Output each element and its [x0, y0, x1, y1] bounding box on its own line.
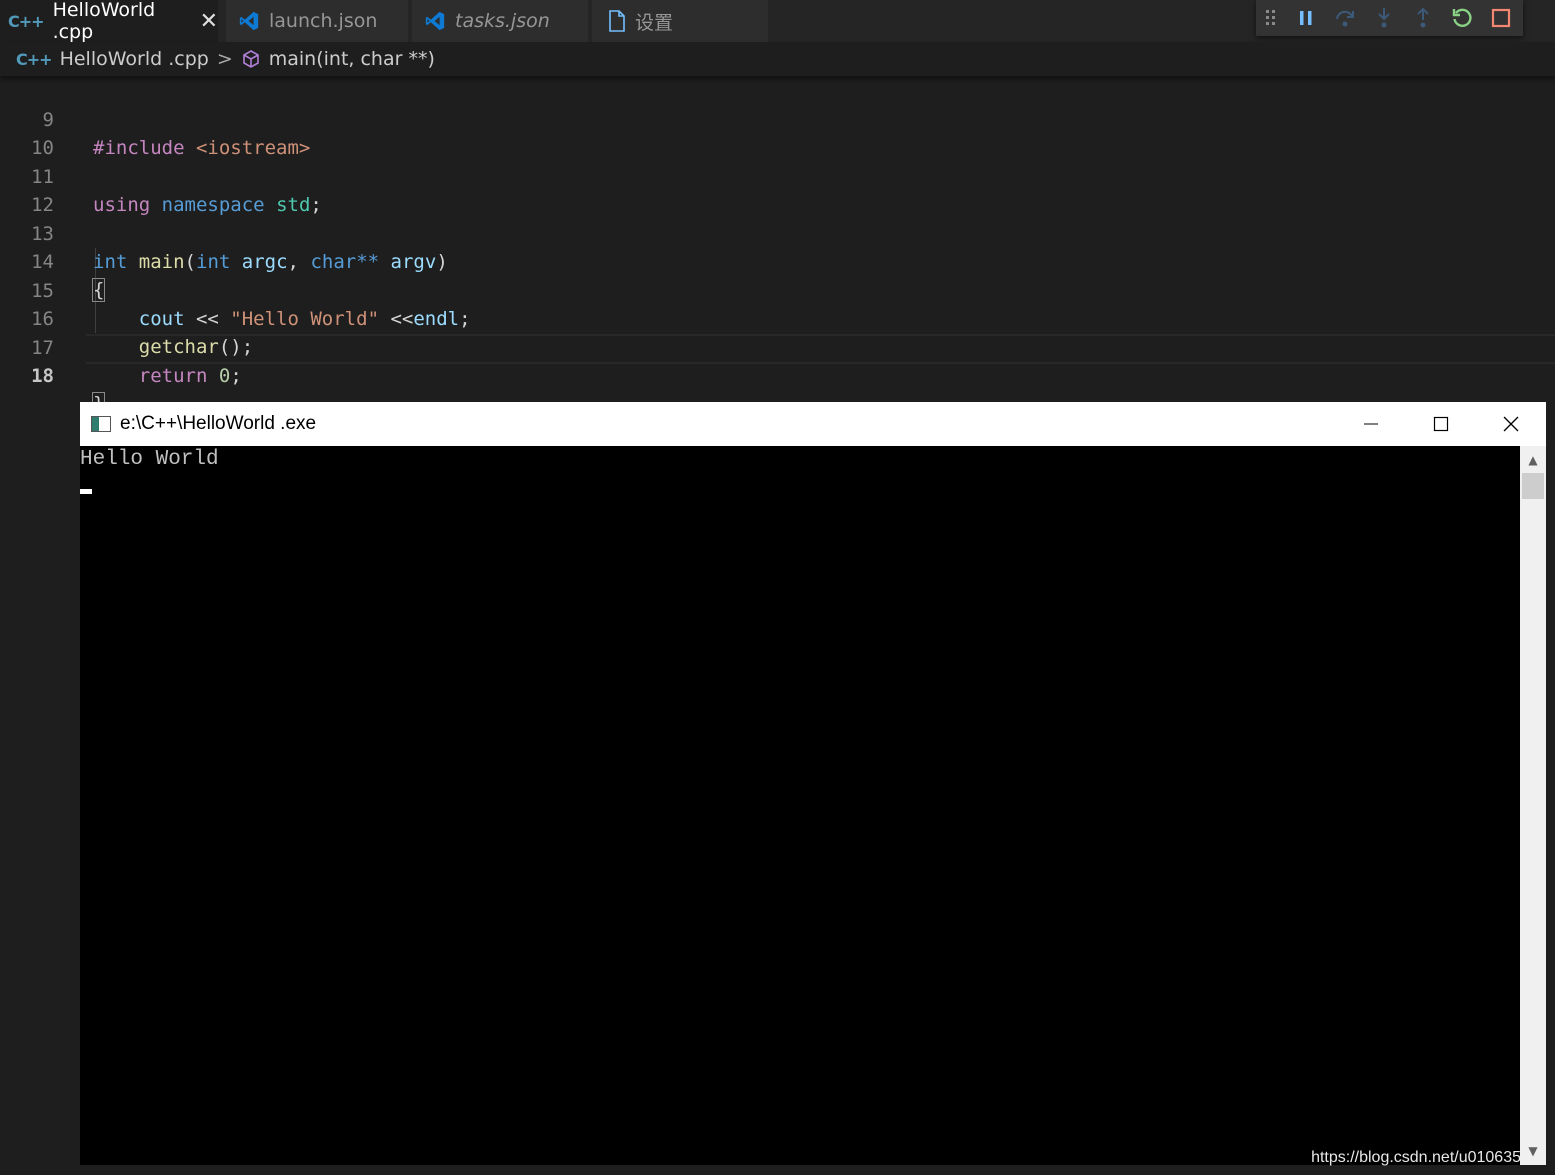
tab-tasks-json[interactable]: tasks.json — [412, 0, 588, 42]
code-line: 13 int main(int argc, char** argv) — [0, 192, 1555, 273]
tab-label: HelloWorld .cpp — [52, 0, 156, 43]
code-text: return 0; — [138, 365, 242, 387]
vscode-logo-icon — [425, 11, 445, 31]
editor-tab-bar: C++ HelloWorld .cpp ✕ launch.json tasks.… — [0, 0, 1555, 43]
step-into-icon[interactable] — [1364, 0, 1403, 36]
watermark: https://blog.csdn.net/u010635 — [1311, 1149, 1521, 1166]
code-line: 17 return 0; — [0, 306, 1555, 387]
code-line: 11 using namespace std; — [0, 135, 1555, 216]
minimize-icon — [1364, 423, 1378, 425]
code-line: 18 } — [0, 334, 1555, 416]
vertical-scrollbar[interactable]: ▲ ▼ — [1520, 446, 1546, 1165]
tab-launch-json[interactable]: launch.json — [226, 0, 408, 42]
minimize-button[interactable] — [1336, 402, 1406, 446]
maximize-button[interactable] — [1406, 402, 1476, 446]
step-out-icon[interactable] — [1403, 0, 1442, 36]
scroll-up-icon[interactable]: ▲ — [1520, 449, 1546, 471]
file-icon — [609, 10, 625, 32]
code-line: 16 getchar(); — [0, 277, 1555, 358]
step-over-icon[interactable] — [1325, 0, 1364, 36]
console-app-icon — [91, 416, 111, 432]
scrollbar-thumb[interactable] — [1522, 473, 1544, 499]
pause-icon[interactable] — [1286, 0, 1325, 36]
breadcrumb-file[interactable]: HelloWorld .cpp — [60, 48, 209, 70]
cpp-file-icon: C++ — [16, 49, 53, 69]
breadcrumb-symbol[interactable]: main(int, char **) — [269, 48, 435, 70]
drag-handle-icon[interactable] — [1256, 0, 1286, 36]
debug-toolbar — [1256, 0, 1523, 36]
console-output-area[interactable]: Hello World — [80, 446, 1520, 1165]
console-output-text: Hello World — [80, 448, 219, 471]
code-editor[interactable]: 9 #include <iostream> 10 11 using namesp… — [0, 78, 1555, 416]
tab-label: 设置 — [635, 11, 674, 34]
close-icon — [1503, 416, 1519, 432]
close-button[interactable] — [1476, 402, 1546, 446]
method-cube-icon — [242, 50, 259, 68]
vscode-logo-icon — [239, 11, 259, 31]
restart-icon[interactable] — [1442, 0, 1481, 36]
maximize-icon — [1433, 416, 1449, 432]
scroll-down-icon[interactable]: ▼ — [1520, 1140, 1546, 1162]
code-line: 15 cout << "Hello World" <<endl; — [0, 249, 1555, 330]
chevron-right-icon: > — [216, 48, 233, 70]
tab-helloworld-cpp[interactable]: C++ HelloWorld .cpp ✕ — [0, 0, 218, 43]
tab-label: launch.json — [269, 10, 378, 32]
code-line: 12 — [0, 163, 1555, 216]
close-icon[interactable]: ✕ — [200, 9, 218, 34]
code-line: 14 { — [0, 220, 1555, 302]
cpp-file-icon: C++ — [8, 11, 45, 31]
console-window: e:\C++\HelloWorld .exe Hello World ▲ ▼ — [80, 402, 1546, 1165]
line-number: 18 — [31, 365, 54, 387]
console-title: e:\C++\HelloWorld .exe — [120, 413, 317, 434]
text-cursor — [80, 489, 92, 494]
code-line: 10 — [0, 106, 1555, 159]
tab-settings[interactable]: 设置 — [592, 0, 768, 42]
stop-icon[interactable] — [1481, 0, 1520, 36]
code-line: 9 #include <iostream> — [0, 78, 1555, 159]
tab-label: tasks.json — [455, 10, 550, 32]
breadcrumb: C++ HelloWorld .cpp > main(int, char **) — [0, 42, 1555, 76]
console-title-bar[interactable]: e:\C++\HelloWorld .exe — [80, 402, 1546, 446]
